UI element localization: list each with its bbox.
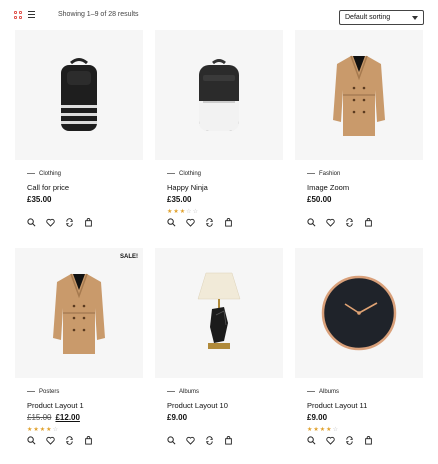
star-icon: ☆ <box>192 209 199 215</box>
search-icon[interactable] <box>27 436 37 446</box>
product-price: £9.00 <box>307 413 328 422</box>
heart-icon[interactable] <box>326 436 336 446</box>
product-actions <box>307 436 387 446</box>
product-title[interactable]: Call for price <box>27 183 69 192</box>
cart-icon[interactable] <box>224 436 234 446</box>
product-category[interactable]: Clothing <box>27 171 61 177</box>
star-rating: ★★★★☆ <box>27 426 59 433</box>
product-image[interactable]: SALE! <box>15 248 143 378</box>
product-price: £9.00 <box>167 413 188 422</box>
heart-icon[interactable] <box>186 436 196 446</box>
heart-icon[interactable] <box>186 218 196 228</box>
search-icon[interactable] <box>167 436 177 446</box>
chevron-down-icon <box>412 16 418 20</box>
old-price: £15.00 <box>27 413 52 422</box>
product-actions <box>167 436 247 446</box>
sale-price: £12.00 <box>55 413 80 422</box>
sort-selected-label: Default sorting <box>345 14 391 21</box>
product-category[interactable]: Clothing <box>167 171 201 177</box>
compare-icon[interactable] <box>205 218 215 228</box>
product-title[interactable]: Image Zoom <box>307 183 349 192</box>
product-category[interactable]: Albums <box>307 389 339 395</box>
star-rating: ★★★☆☆ <box>167 208 199 215</box>
wall-clock-image <box>295 248 423 378</box>
product-price: £35.00 <box>27 195 52 204</box>
product-actions <box>27 436 107 446</box>
search-icon[interactable] <box>167 218 177 228</box>
product-category[interactable]: Posters <box>27 389 59 395</box>
search-icon[interactable] <box>307 436 317 446</box>
product-title[interactable]: Product Layout 11 <box>307 401 367 410</box>
grid-view-icon[interactable] <box>14 11 22 19</box>
product-title[interactable]: Happy Ninja <box>167 183 208 192</box>
compare-icon[interactable] <box>345 436 355 446</box>
heart-icon[interactable] <box>46 218 56 228</box>
product-title[interactable]: Product Layout 10 <box>167 401 228 410</box>
product-image[interactable] <box>295 30 423 160</box>
cart-icon[interactable] <box>84 436 94 446</box>
product-category[interactable]: Fashion <box>307 171 340 177</box>
star-icon: ☆ <box>332 427 339 433</box>
cart-icon[interactable] <box>364 436 374 446</box>
sort-select[interactable]: Default sorting <box>339 10 424 25</box>
results-count: Showing 1–9 of 28 results <box>58 11 139 18</box>
cart-icon[interactable] <box>224 218 234 228</box>
product-price: £35.00 <box>167 195 192 204</box>
product-image[interactable] <box>155 248 283 378</box>
compare-icon[interactable] <box>65 218 75 228</box>
backpack-black-white-image <box>155 30 283 160</box>
trench-coat-image <box>295 30 423 160</box>
product-actions <box>307 218 387 228</box>
heart-icon[interactable] <box>326 218 336 228</box>
product-title[interactable]: Product Layout 1 <box>27 401 84 410</box>
search-icon[interactable] <box>307 218 317 228</box>
trench-coat-image <box>15 248 143 378</box>
heart-icon[interactable] <box>46 436 56 446</box>
star-rating: ★★★★☆ <box>307 426 339 433</box>
list-view-icon[interactable] <box>28 11 35 18</box>
sale-badge: SALE! <box>120 254 138 260</box>
product-image[interactable] <box>15 30 143 160</box>
backpack-black-striped-image <box>15 30 143 160</box>
cart-icon[interactable] <box>84 218 94 228</box>
product-image[interactable] <box>295 248 423 378</box>
product-actions <box>167 218 247 228</box>
compare-icon[interactable] <box>65 436 75 446</box>
table-lamp-image <box>155 248 283 378</box>
product-category[interactable]: Albums <box>167 389 199 395</box>
star-icon: ☆ <box>52 427 59 433</box>
product-actions <box>27 218 107 228</box>
product-image[interactable] <box>155 30 283 160</box>
shop-toolbar: Showing 1–9 of 28 results Default sortin… <box>0 0 438 30</box>
product-price: £50.00 <box>307 195 332 204</box>
cart-icon[interactable] <box>364 218 374 228</box>
compare-icon[interactable] <box>205 436 215 446</box>
product-price: £15.00 £12.00 <box>27 413 80 422</box>
search-icon[interactable] <box>27 218 37 228</box>
compare-icon[interactable] <box>345 218 355 228</box>
